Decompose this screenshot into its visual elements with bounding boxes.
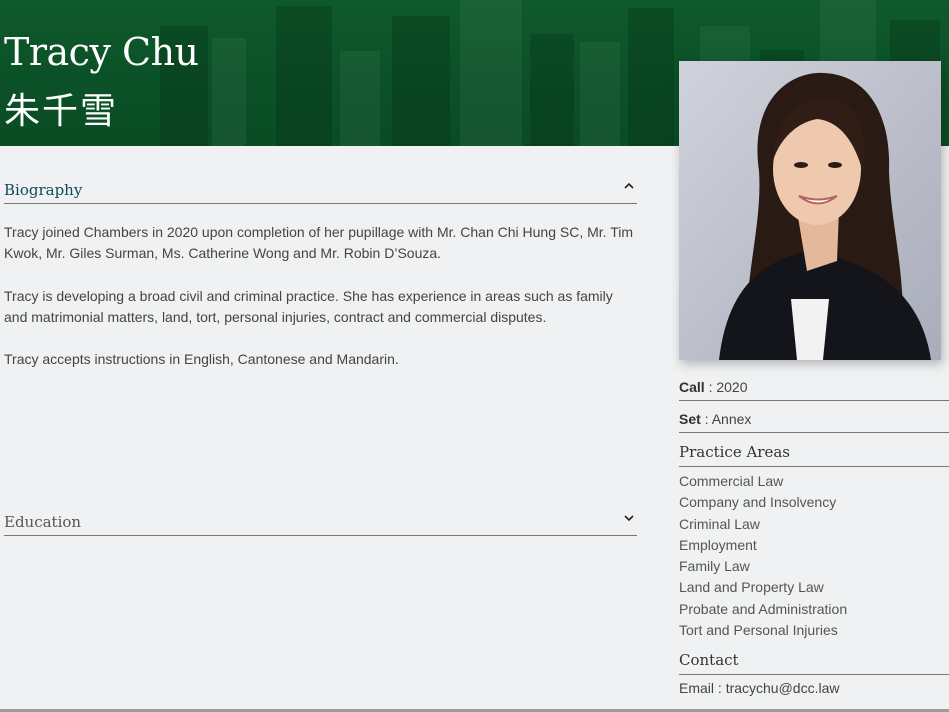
practice-area-item[interactable]: Probate and Administration [679, 599, 847, 620]
email-row: Email : tracychu@dcc.law [679, 680, 840, 696]
set-separator: : [700, 411, 712, 427]
email-separator: : [714, 680, 726, 696]
practice-areas-list: Commercial Law Company and Insolvency Cr… [679, 471, 847, 641]
practice-area-item[interactable]: Land and Property Law [679, 577, 847, 598]
biography-paragraph: Tracy accepts instructions in English, C… [4, 351, 399, 367]
biography-title: Biography [4, 181, 83, 199]
email-link[interactable]: tracychu@dcc.law [726, 680, 840, 696]
call-label: Call [679, 379, 705, 395]
banner-book-decoration [580, 42, 620, 146]
practice-area-item[interactable]: Tort and Personal Injuries [679, 620, 847, 641]
banner-book-decoration [460, 0, 522, 146]
chevron-up-icon[interactable] [623, 180, 635, 195]
banner-book-decoration [530, 34, 574, 146]
call-separator: : [704, 379, 717, 395]
set-row: Set : Annex [679, 411, 949, 433]
education-title: Education [4, 513, 82, 531]
biography-header[interactable]: Biography [4, 180, 637, 204]
practice-area-item[interactable]: Commercial Law [679, 471, 847, 492]
practice-areas-heading: Practice Areas [679, 443, 949, 467]
chevron-down-icon[interactable] [623, 512, 635, 527]
banner-book-decoration [212, 38, 246, 146]
profile-photo [679, 61, 941, 360]
banner-book-decoration [276, 6, 332, 146]
contact-heading: Contact [679, 651, 949, 675]
biography-paragraph: Tracy is developing a broad civil and cr… [4, 288, 613, 325]
email-label: Email [679, 680, 715, 696]
call-year-row: Call : 2020 [679, 379, 949, 401]
education-header[interactable]: Education [4, 512, 637, 536]
practice-area-item[interactable]: Company and Insolvency [679, 492, 847, 513]
profile-name-chinese: 朱千雪 [4, 91, 119, 132]
banner-book-decoration [628, 8, 674, 146]
practice-area-item[interactable]: Family Law [679, 556, 847, 577]
set-label: Set [679, 411, 701, 427]
practice-area-item[interactable]: Criminal Law [679, 514, 847, 535]
portrait-illustration [679, 61, 941, 360]
banner-book-decoration [340, 51, 380, 146]
profile-name-english: Tracy Chu [4, 30, 199, 74]
call-value: 2020 [716, 379, 748, 395]
banner-book-decoration [392, 16, 450, 146]
set-value: Annex [711, 411, 752, 427]
biography-paragraph: Tracy joined Chambers in 2020 upon compl… [4, 224, 634, 261]
practice-area-item[interactable]: Employment [679, 535, 847, 556]
